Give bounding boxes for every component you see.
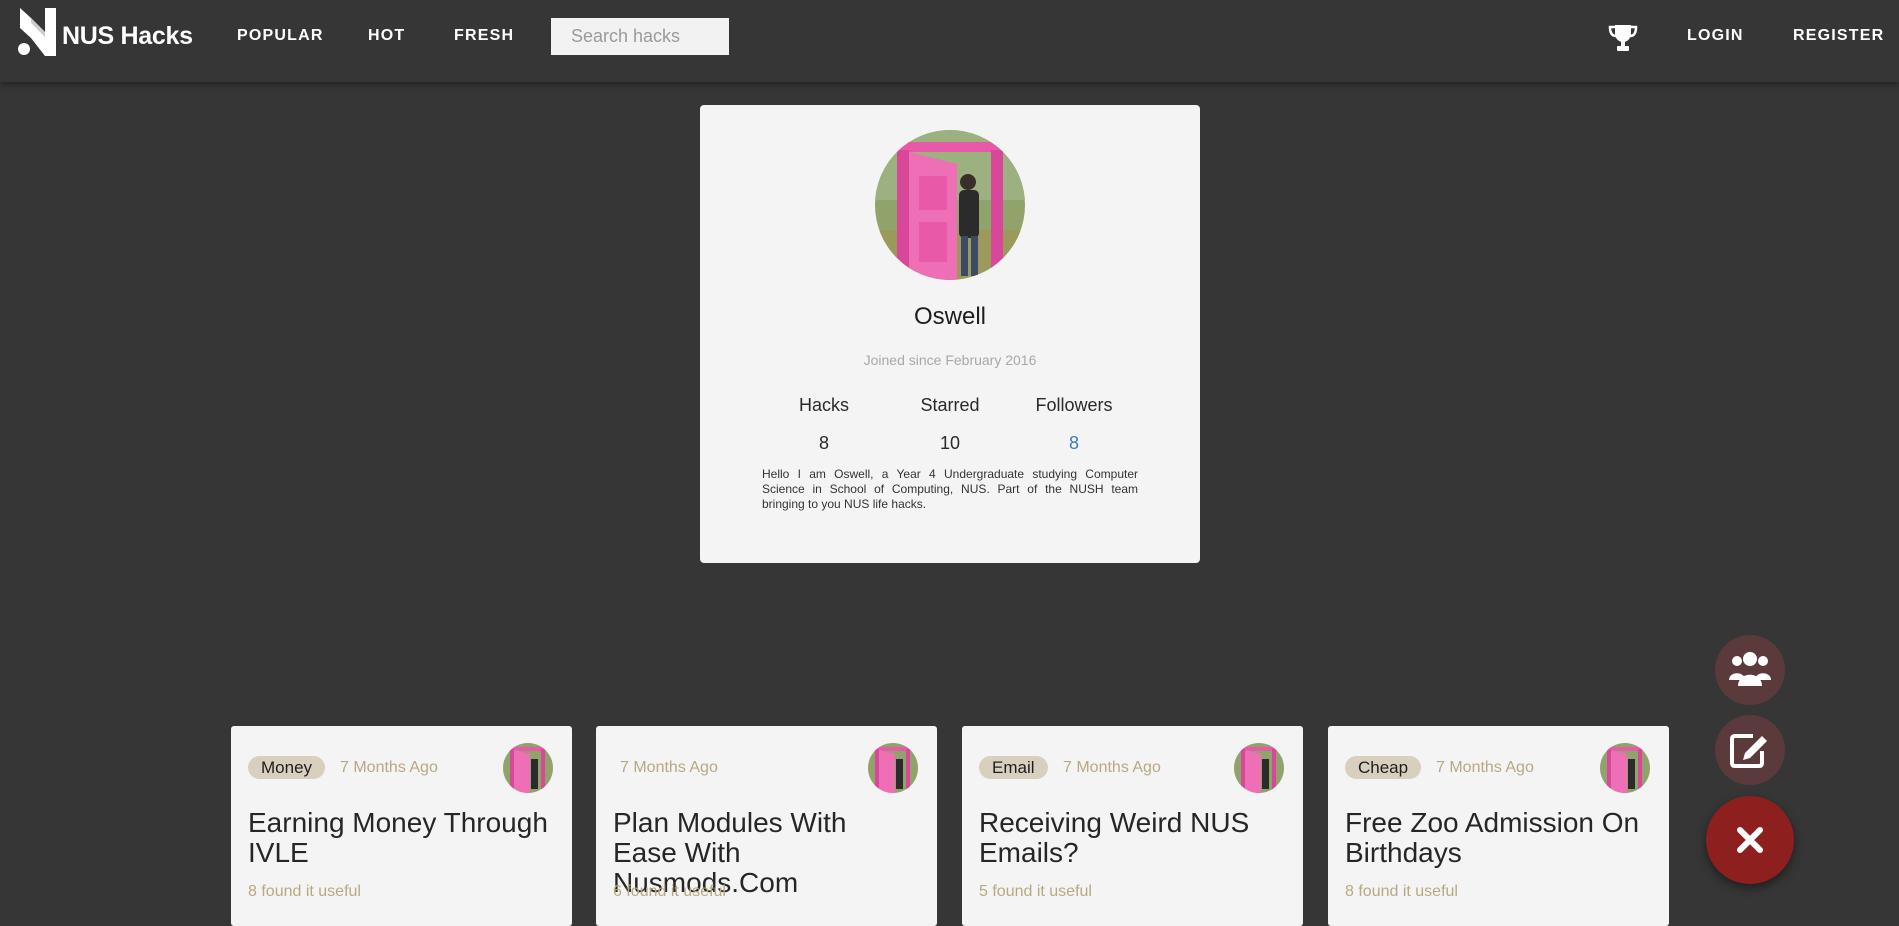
- hack-title[interactable]: Earning Money Through IVLE: [248, 808, 548, 868]
- hack-title[interactable]: Free Zoo Admission On Birthdays: [1345, 808, 1645, 868]
- trophy-icon[interactable]: [1608, 24, 1638, 52]
- nav-hot[interactable]: HOT: [368, 27, 405, 45]
- author-avatar[interactable]: [1600, 743, 1650, 793]
- navbar: NUS Hacks POPULAR HOT FRESH LOGIN REGIST…: [0, 0, 1899, 82]
- hack-time: 7 Months Ago: [1436, 759, 1534, 776]
- hack-time: 7 Months Ago: [1063, 759, 1161, 776]
- stat-starred-label: Starred: [920, 395, 980, 415]
- profile-avatar: [875, 130, 1025, 280]
- joined-date: Joined since February 2016: [863, 352, 1037, 368]
- stat-followers-value[interactable]: 8: [1004, 433, 1144, 454]
- author-avatar[interactable]: [868, 743, 918, 793]
- stat-starred-value: 10: [939, 433, 961, 453]
- stat-hacks-label: Hacks: [798, 395, 849, 415]
- nav-popular[interactable]: POPULAR: [237, 27, 324, 45]
- nus-hacks-logo[interactable]: [18, 8, 58, 56]
- useful-count: 8 found it useful: [248, 883, 361, 900]
- login-link[interactable]: LOGIN: [1687, 27, 1744, 45]
- stat-hacks-value: 8: [818, 433, 829, 453]
- hack-time: 7 Months Ago: [620, 759, 718, 776]
- profile-name: Oswell: [913, 303, 986, 330]
- hack-title[interactable]: Receiving Weird NUS Emails?: [979, 808, 1279, 868]
- author-avatar[interactable]: [1234, 743, 1284, 793]
- hack-card[interactable]: Money 7 Months Ago Earning Money Through…: [231, 726, 572, 926]
- edit-icon: [1730, 734, 1767, 768]
- search-input[interactable]: [551, 18, 729, 55]
- hack-time: 7 Months Ago: [340, 759, 438, 776]
- fab-users-button[interactable]: [1715, 635, 1785, 705]
- profile-card: Oswell Joined since February 2016 Hacks …: [700, 105, 1200, 563]
- hack-card[interactable]: Cheap 7 Months Ago Free Zoo Admission On…: [1328, 726, 1669, 926]
- users-icon: [1729, 652, 1771, 686]
- fab-edit-button[interactable]: [1715, 715, 1785, 785]
- hack-tag[interactable]: Money: [248, 756, 326, 779]
- register-link[interactable]: REGISTER: [1793, 27, 1884, 45]
- stat-followers-label: Followers: [1035, 395, 1113, 415]
- hack-tag[interactable]: Email: [979, 756, 1048, 779]
- hack-tag[interactable]: Cheap: [1345, 756, 1422, 779]
- fab-close-button[interactable]: [1706, 796, 1794, 884]
- useful-count: 8 found it useful: [1345, 883, 1458, 900]
- hack-card[interactable]: Email 7 Months Ago Receiving Weird NUS E…: [962, 726, 1303, 926]
- author-avatar[interactable]: [503, 743, 553, 793]
- useful-count: 5 found it useful: [979, 883, 1092, 900]
- brand-name[interactable]: NUS Hacks: [62, 22, 193, 51]
- nav-fresh[interactable]: FRESH: [454, 27, 514, 45]
- useful-count: 6 found it useful: [613, 883, 726, 900]
- hack-card[interactable]: 7 Months Ago Plan Modules With Ease With…: [596, 726, 937, 926]
- profile-bio: Hello I am Oswell, a Year 4 Undergraduat…: [762, 467, 1138, 511]
- close-icon: [1737, 827, 1763, 853]
